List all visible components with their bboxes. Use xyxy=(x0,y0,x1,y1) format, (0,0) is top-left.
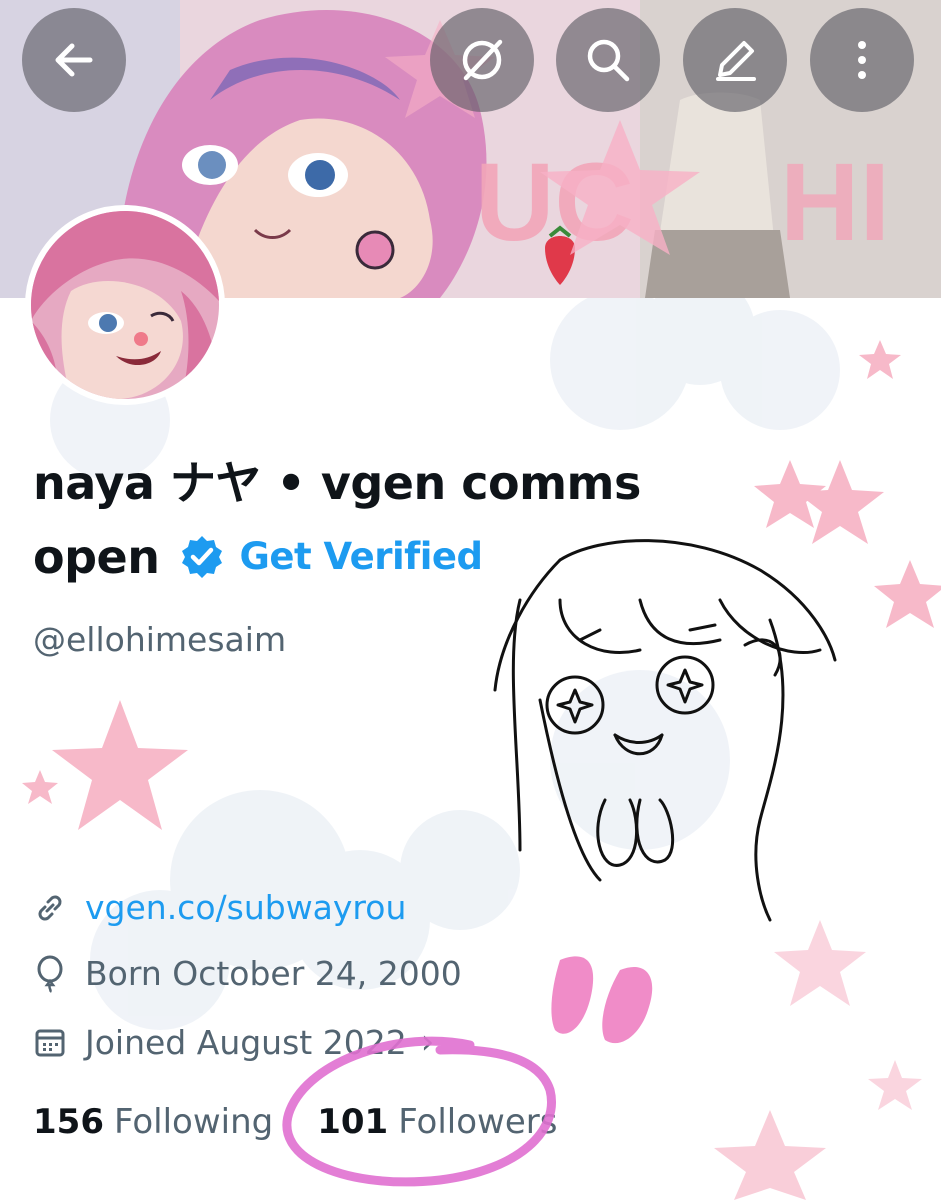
display-name-line2: open xyxy=(33,530,160,584)
grok-icon xyxy=(462,39,503,81)
birthday-text: Born October 24, 2000 xyxy=(85,954,462,993)
search-button[interactable] xyxy=(556,8,660,112)
get-verified-link[interactable]: Get Verified xyxy=(239,527,483,587)
avatar-artwork xyxy=(31,211,219,399)
grok-button[interactable] xyxy=(430,8,534,112)
joined-row[interactable]: Joined August 2022 › xyxy=(33,1022,434,1062)
follow-stats: 156 Following 101 Followers xyxy=(33,1102,557,1142)
back-button[interactable] xyxy=(22,8,126,112)
search-icon xyxy=(587,39,630,82)
arrow-left-icon xyxy=(55,43,93,77)
chevron-right-icon: › xyxy=(420,1022,435,1062)
display-name-line1: naya ナヤ • vgen comms xyxy=(33,456,641,510)
more-vertical-icon xyxy=(858,41,866,79)
link-icon xyxy=(38,895,62,920)
following-label: Following xyxy=(113,1102,274,1142)
following-link[interactable]: 156 Following xyxy=(33,1102,273,1142)
svg-text:HI: HI xyxy=(780,141,890,264)
followers-count: 101 xyxy=(317,1102,389,1142)
profile-avatar[interactable] xyxy=(25,205,225,405)
display-name-line2-row: open Get Verified xyxy=(33,527,483,587)
calendar-icon xyxy=(35,1029,65,1057)
profile-website-row: vgen.co/subwayrou xyxy=(33,888,406,927)
pencil-icon xyxy=(716,41,756,81)
balloon-icon xyxy=(37,955,63,993)
edit-button[interactable] xyxy=(683,8,787,112)
more-button[interactable] xyxy=(810,8,914,112)
birthday-row: Born October 24, 2000 xyxy=(33,954,462,993)
verified-badge-icon[interactable] xyxy=(179,534,225,580)
followers-link[interactable]: 101 Followers xyxy=(317,1102,557,1142)
website-link[interactable]: vgen.co/subwayrou xyxy=(85,888,406,927)
following-count: 156 xyxy=(33,1102,104,1142)
joined-text: Joined August 2022 xyxy=(85,1022,407,1062)
followers-label: Followers xyxy=(398,1102,558,1142)
user-handle: @ellohimesaim xyxy=(33,620,287,659)
